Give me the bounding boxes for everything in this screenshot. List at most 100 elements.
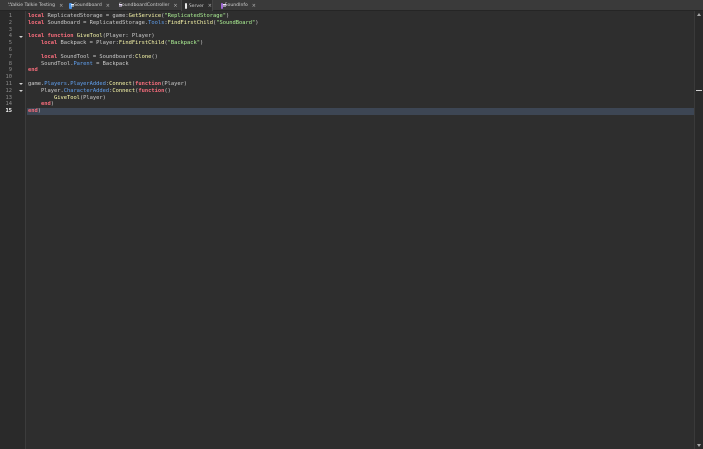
- code-token: function: [47, 33, 74, 40]
- line-number: 10: [5, 74, 13, 81]
- line-number: 11: [5, 81, 13, 87]
- code-editor[interactable]: local ReplicatedStorage = game:GetServic…: [27, 11, 694, 449]
- code-token: ): [37, 108, 41, 115]
- code-line[interactable]: SoundTool.Parent = Backpack: [28, 61, 129, 68]
- code-line[interactable]: local Soundboard = ReplicatedStorage.Too…: [28, 20, 258, 27]
- tab-label: Walkie Talkie Testing: [8, 3, 56, 8]
- code-token: end: [28, 108, 38, 115]
- code-token: (): [151, 53, 158, 60]
- code-line[interactable]: local SoundTool = Soundboard:Clone(): [28, 54, 158, 61]
- code-token: Players: [44, 81, 67, 87]
- line-number: 6: [8, 47, 12, 53]
- code-token: ): [200, 40, 204, 47]
- code-token: Tools: [148, 19, 165, 26]
- code-token: = Backpack: [92, 60, 129, 67]
- close-icon[interactable]: ×: [173, 3, 177, 9]
- code-token: (Player): [161, 81, 188, 87]
- code-line[interactable]: game.Players.PlayerAdded:Connect(functio…: [28, 81, 187, 88]
- code-token: ): [226, 13, 230, 19]
- code-token: FindFirstChild: [167, 19, 214, 26]
- close-icon[interactable]: ×: [106, 3, 110, 9]
- code-token: (Player: Player): [102, 33, 155, 40]
- code-token: Backpack = Player:: [57, 40, 119, 47]
- fold-arrow-icon[interactable]: [19, 83, 23, 86]
- line-number: 2: [8, 19, 12, 26]
- code-line[interactable]: local ReplicatedStorage = game:GetServic…: [28, 13, 229, 20]
- code-token: Connect: [109, 81, 132, 87]
- code-token: (Player): [79, 94, 106, 101]
- line-number: 7: [8, 53, 12, 60]
- line-number: 14: [5, 101, 13, 108]
- code-token: GiveTool: [53, 94, 80, 101]
- code-token: local: [40, 53, 58, 60]
- line-number: 12: [5, 87, 13, 94]
- code-token: "Backpack": [167, 40, 201, 47]
- code-token: "ReplicatedStorage": [164, 13, 227, 19]
- line-number: 8: [8, 60, 12, 67]
- scroll-up-arrow-icon[interactable]: [697, 13, 701, 16]
- fold-arrow-icon[interactable]: [19, 35, 23, 38]
- line-number: 15: [5, 108, 13, 115]
- code-token: Player.: [28, 87, 64, 94]
- tab-soundboard[interactable]: Soundboard ×: [66, 0, 110, 11]
- line-number: 13: [5, 94, 13, 101]
- code-token: PlayerAdded: [70, 81, 106, 87]
- code-line[interactable]: end: [28, 67, 38, 74]
- tab-label: SoundboardController: [119, 3, 170, 8]
- line-number: 5: [8, 40, 12, 47]
- tab-walkie-talkie-testing[interactable]: Walkie Talkie Testing ×: [3, 0, 63, 11]
- code-line[interactable]: end): [28, 108, 41, 115]
- local-script-icon: [69, 2, 74, 9]
- tab-label: SoundInfo: [224, 3, 248, 8]
- scroll-down-arrow-icon[interactable]: [697, 444, 701, 447]
- line-number: 4: [8, 33, 12, 40]
- script-icon: [185, 3, 189, 9]
- tab-label: Soundboard: [74, 3, 102, 8]
- scroll-position-marker: [696, 90, 702, 91]
- code-token: CharacterAdded: [63, 87, 110, 94]
- code-token: function: [138, 87, 165, 94]
- fold-arrow-icon[interactable]: [19, 90, 23, 92]
- line-number: 3: [8, 26, 12, 33]
- code-token: end: [28, 67, 38, 74]
- line-number: 1: [8, 13, 12, 19]
- code-token: Parent: [73, 60, 93, 67]
- tab-label: Server: [188, 3, 204, 9]
- code-token: ): [255, 19, 259, 26]
- code-token: local: [28, 19, 45, 26]
- code-token: local: [28, 13, 45, 19]
- code-line[interactable]: local Backpack = Player:FindFirstChild("…: [28, 40, 203, 47]
- code-token: game: [112, 13, 126, 19]
- code-line[interactable]: local function GiveTool(Player: Player): [28, 33, 155, 40]
- close-icon[interactable]: ×: [208, 3, 212, 9]
- code-line[interactable]: GiveTool(Player): [28, 95, 106, 102]
- code-token: GiveTool: [76, 33, 103, 40]
- code-token: end: [40, 101, 51, 108]
- code-token: ReplicatedStorage =: [44, 13, 113, 19]
- code-token: Soundboard = ReplicatedStorage.: [44, 19, 149, 26]
- code-token: Connect: [112, 87, 136, 94]
- close-icon[interactable]: ×: [252, 3, 256, 9]
- line-number: 9: [8, 67, 12, 74]
- tab-soundinfo[interactable]: SoundInfo ×: [218, 0, 256, 11]
- code-line[interactable]: end): [28, 101, 54, 108]
- code-token: SoundTool.: [28, 60, 74, 67]
- code-token: Clone: [135, 53, 152, 60]
- code-token: ): [50, 101, 54, 108]
- code-token: SoundTool = Soundboard:: [57, 53, 136, 60]
- tab-bar: Walkie Talkie Testing × Soundboard × Soundbo…: [0, 0, 703, 12]
- current-line-highlight: [27, 108, 694, 115]
- code-token: "SoundBoard": [216, 19, 256, 26]
- code-line[interactable]: Player.CharacterAdded:Connect(function(): [28, 88, 171, 95]
- code-token: (): [164, 87, 171, 94]
- close-icon[interactable]: ×: [59, 3, 63, 9]
- tab-soundboardcontroller[interactable]: SoundboardController ×: [114, 0, 178, 11]
- module-script-icon: [221, 2, 225, 9]
- vertical-scrollbar[interactable]: [694, 11, 703, 449]
- code-token: local: [40, 40, 58, 47]
- line-number-gutter: 1 2 3 4 5 6 7 8 9 10 11 12 13 14 15: [0, 11, 26, 449]
